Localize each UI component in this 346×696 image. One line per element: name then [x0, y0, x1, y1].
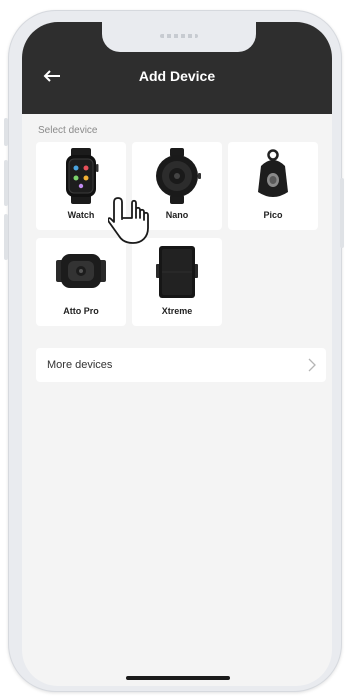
device-label: Pico: [263, 210, 283, 220]
section-label: Select device: [38, 125, 98, 136]
phone-screen: Add Device Select device Watch Nano Pico…: [22, 22, 332, 686]
xtreme-tracker-icon: [156, 246, 198, 298]
speaker-grille: [160, 34, 198, 38]
hand-pointer-icon: [108, 197, 149, 244]
more-devices-label: More devices: [47, 359, 113, 371]
page-title: Add Device: [138, 68, 216, 84]
phone-side-button: [4, 160, 8, 206]
phone-side-button: [340, 178, 344, 248]
chevron-right-icon: [308, 358, 316, 372]
phone-side-button: [4, 214, 8, 260]
phone-notch: [102, 22, 256, 52]
device-card-xtreme[interactable]: Xtreme: [132, 238, 222, 326]
device-label: Xtreme: [161, 306, 193, 316]
pico-tracker-icon: [258, 149, 288, 197]
atto-pro-tracker-icon: [56, 254, 106, 288]
home-indicator[interactable]: [126, 676, 230, 680]
device-card-pico[interactable]: Pico: [228, 142, 318, 230]
more-devices-row[interactable]: More devices: [36, 348, 326, 382]
phone-side-button: [4, 118, 8, 146]
device-card-atto-pro[interactable]: Atto Pro: [36, 238, 126, 326]
device-label: Atto Pro: [63, 306, 99, 316]
